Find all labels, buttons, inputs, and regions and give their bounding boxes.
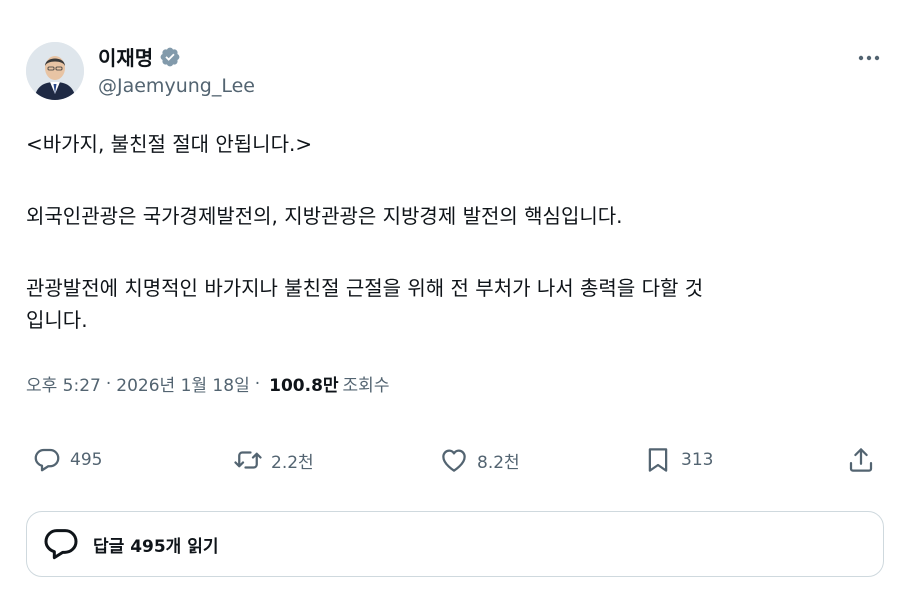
view-count: 100.8만	[269, 376, 339, 396]
avatar[interactable]	[26, 42, 84, 100]
verified-badge-icon	[159, 46, 181, 68]
author-name[interactable]: 이재명	[98, 42, 181, 71]
like-count: 8.2천	[477, 452, 520, 473]
author-display-name[interactable]: 이재명	[98, 42, 153, 71]
more-button[interactable]	[853, 46, 885, 70]
bookmark-icon	[648, 448, 668, 472]
author-handle[interactable]: @Jaemyung_Lee	[98, 75, 255, 97]
action-bar: 495 2.2천 8.2천 313	[0, 445, 900, 479]
bookmark-count: 313	[681, 450, 714, 470]
retweet-count: 2.2천	[271, 452, 314, 473]
tweet-line: 관광발전에 치명적인 바가지나 불친절 근절을 위해 전 부처가 나서 총력을 …	[26, 276, 704, 300]
tweet-time[interactable]: 오후 5:27	[26, 371, 101, 396]
share-icon	[849, 448, 873, 472]
retweet-button[interactable]: 2.2천	[233, 445, 314, 475]
view-label: 조회수	[342, 376, 390, 396]
tweet-text: <바가지, 불친절 절대 안됩니다.> 외국인관광은 국가경제발전의, 지방관광…	[26, 128, 876, 336]
reply-count: 495	[70, 450, 103, 470]
reply-button[interactable]: 495	[32, 445, 102, 475]
more-icon	[858, 55, 880, 61]
tweet-meta: 오후 5:27 · 2026년 1월 18일 · 100.8만 조회수	[26, 371, 390, 397]
avatar-image	[26, 42, 84, 100]
retweet-icon	[234, 451, 262, 469]
chat-bubble-icon	[44, 529, 78, 560]
tweet-date[interactable]: 2026년 1월 18일	[116, 371, 249, 396]
reply-icon	[34, 448, 60, 472]
meta-separator: ·	[105, 373, 112, 394]
read-replies-button[interactable]: 답글 495개 읽기	[26, 511, 884, 577]
tweet-line: 외국인관광은 국가경제발전의, 지방관광은 지방경제 발전의 핵심입니다.	[26, 204, 623, 228]
share-button[interactable]	[846, 445, 876, 475]
read-replies-label: 답글 495개 읽기	[93, 536, 219, 557]
like-icon	[442, 449, 466, 472]
tweet-line: 입니다.	[26, 308, 88, 332]
like-button[interactable]: 8.2천	[439, 445, 520, 475]
meta-separator: ·	[254, 373, 261, 394]
tweet-line: <바가지, 불친절 절대 안됩니다.>	[26, 132, 313, 156]
bookmark-button[interactable]: 313	[643, 445, 713, 475]
